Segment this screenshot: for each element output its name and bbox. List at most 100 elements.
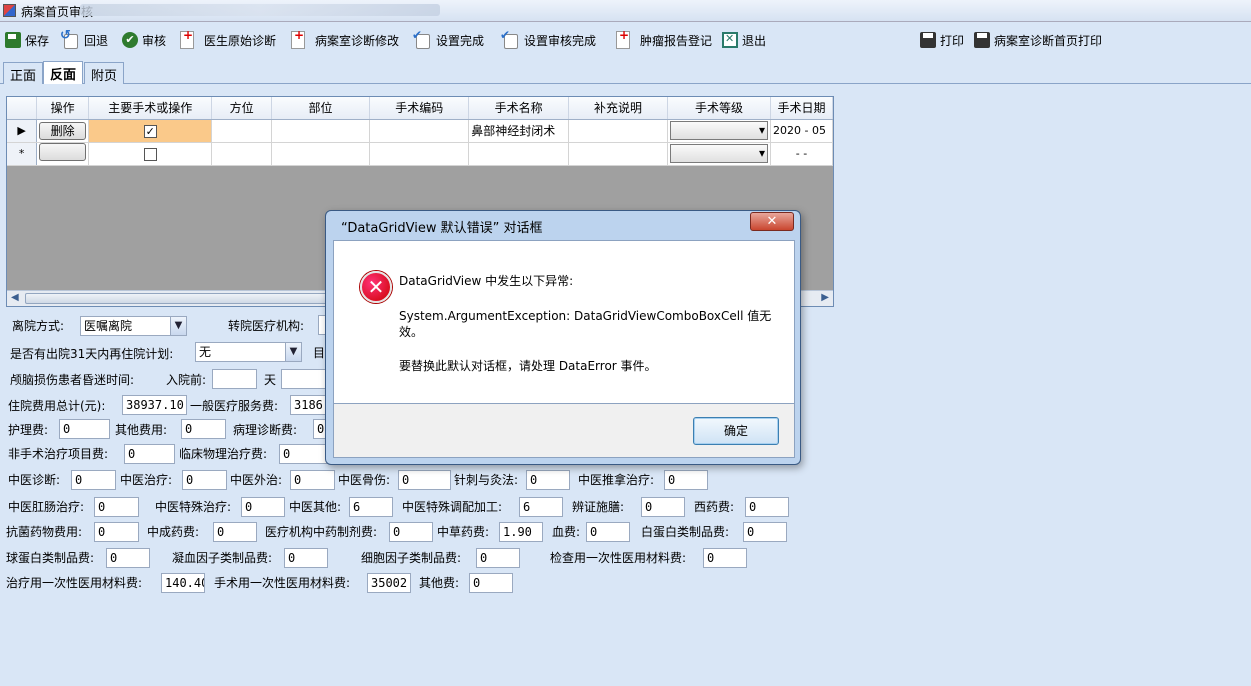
nursing-input[interactable]: 0 (59, 419, 110, 439)
total-cost-input[interactable]: 38937.10 (122, 395, 187, 415)
level-combo[interactable] (670, 144, 769, 163)
albumin-label: 白蛋白类制品费: (641, 525, 730, 539)
tcm-treatment-input[interactable]: 0 (182, 470, 227, 490)
app-icon (3, 4, 16, 17)
exit-button[interactable]: 退出 (722, 29, 766, 51)
position-cell[interactable] (211, 142, 272, 166)
surgery-name-cell[interactable] (468, 142, 570, 166)
note-cell[interactable] (568, 119, 669, 143)
doctor-diagnosis-button[interactable]: 医生原始诊断 (180, 28, 276, 51)
coma-hours-input[interactable] (281, 369, 327, 389)
surgery-material-input[interactable]: 35002. (367, 573, 411, 593)
date-cell[interactable]: - - (770, 142, 833, 166)
note-cell[interactable] (568, 142, 669, 166)
col-header[interactable]: 方位 (211, 97, 272, 120)
close-icon[interactable]: ✕ (750, 212, 794, 231)
tcm-other-input[interactable]: 6 (349, 497, 393, 517)
cytokine-input[interactable]: 0 (476, 548, 520, 568)
tab-back[interactable]: 反面 (43, 61, 84, 84)
tab-front[interactable]: 正面 (3, 62, 44, 84)
physio-input[interactable]: 0 (279, 444, 328, 464)
acupuncture-input[interactable]: 0 (526, 470, 570, 490)
massage-input[interactable]: 0 (664, 470, 708, 490)
rollback-button[interactable]: 回退 (60, 28, 109, 51)
dialog-message-1: DataGridView 中发生以下异常: (399, 274, 574, 288)
tcm-diagnosis-input[interactable]: 0 (71, 470, 116, 490)
institution-prep-input[interactable]: 0 (389, 522, 433, 542)
herbal-input[interactable]: 1.90 (499, 522, 543, 542)
room-diagnosis-edit-button[interactable]: 病案室诊断修改 (291, 28, 399, 51)
western-label: 西药费: (694, 500, 735, 514)
row-button[interactable] (39, 143, 87, 161)
anal-input[interactable]: 0 (94, 497, 139, 517)
treatment-material-input[interactable]: 140.40 (161, 573, 205, 593)
other-cost-label: 其他费用: (115, 423, 168, 437)
primary-checkbox[interactable]: ✓ (143, 124, 157, 138)
nonsurgical-input[interactable]: 0 (124, 444, 175, 464)
col-header[interactable]: 手术编码 (369, 97, 470, 120)
date-cell[interactable]: 2020 - 05 (770, 119, 833, 143)
audit-button[interactable]: ✔ 审核 (122, 29, 166, 51)
print-diagnosis-button[interactable]: 病案室诊断首页打印 (974, 29, 1102, 51)
col-header[interactable]: 操作 (36, 97, 90, 120)
coagulation-label: 凝血因子类制品费: (172, 551, 273, 565)
diet-input[interactable]: 0 (641, 497, 685, 517)
col-header[interactable]: 补充说明 (568, 97, 669, 120)
discharge-value: 医嘱离院 (84, 319, 133, 333)
code-cell[interactable] (369, 142, 470, 166)
print-button[interactable]: 打印 (920, 29, 964, 51)
save-button[interactable]: 保存 (5, 29, 49, 51)
primary-cell[interactable] (88, 142, 213, 166)
antibiotic-label: 抗菌药物费用: (6, 525, 83, 539)
other-cost-input[interactable]: 0 (181, 419, 226, 439)
chevron-down-icon[interactable]: ▼ (285, 343, 301, 361)
prep-input[interactable]: 6 (519, 497, 563, 517)
discharge-select[interactable]: 医嘱离院 ▼ (80, 316, 187, 336)
scroll-left-arrow-icon[interactable]: ◀ (11, 292, 19, 303)
coma-days-input[interactable] (212, 369, 257, 389)
level-combo[interactable] (670, 121, 769, 140)
button-cell (36, 142, 90, 166)
coagulation-input[interactable]: 0 (284, 548, 328, 568)
rollback-label: 回退 (84, 33, 109, 48)
code-cell[interactable] (369, 119, 470, 143)
col-header[interactable]: 手术名称 (468, 97, 570, 120)
general-service-input[interactable]: 3186 (290, 395, 328, 415)
tcm-bone-input[interactable]: 0 (398, 470, 451, 490)
ok-button[interactable]: 确定 (693, 417, 779, 445)
special-treatment-input[interactable]: 0 (241, 497, 285, 517)
site-cell[interactable] (271, 119, 371, 143)
antibiotic-input[interactable]: 0 (94, 522, 139, 542)
pathology-label: 病理诊断费: (233, 423, 298, 437)
misc-cost-input[interactable]: 0 (469, 573, 513, 593)
title-bar: 病案首页审核 (0, 0, 1251, 22)
position-cell[interactable] (211, 119, 272, 143)
table-row[interactable]: * - - (7, 142, 833, 166)
albumin-input[interactable]: 0 (743, 522, 787, 542)
col-header[interactable]: 主要手术或操作 (88, 97, 213, 120)
primary-cell[interactable]: ✓ (88, 119, 213, 143)
set-complete-button[interactable]: 设置完成 (412, 28, 484, 51)
readmit-select[interactable]: 无 ▼ (195, 342, 302, 362)
row-marker[interactable]: ▶ (7, 119, 38, 143)
surgery-name-cell[interactable]: 鼻部神经封闭术 (468, 119, 570, 143)
chevron-down-icon[interactable]: ▼ (170, 317, 186, 335)
col-header[interactable]: 手术日期 (770, 97, 833, 120)
patent-medicine-input[interactable]: 0 (213, 522, 257, 542)
site-cell[interactable] (271, 142, 371, 166)
delete-button[interactable]: 删除 (39, 121, 87, 140)
table-row[interactable]: ▶ 删除 ✓ 鼻部神经封闭术 2020 - 05 (7, 119, 833, 143)
new-row-marker[interactable]: * (7, 142, 38, 166)
blood-input[interactable]: 0 (586, 522, 630, 542)
tcm-external-input[interactable]: 0 (290, 470, 335, 490)
globulin-input[interactable]: 0 (106, 548, 150, 568)
set-audit-complete-button[interactable]: 设置审核完成 (500, 28, 596, 51)
tumor-report-button[interactable]: 肿瘤报告登记 (616, 28, 712, 51)
western-input[interactable]: 0 (745, 497, 789, 517)
tab-appendix[interactable]: 附页 (84, 62, 125, 84)
col-header[interactable]: 手术等级 (667, 97, 772, 120)
scroll-right-arrow-icon[interactable]: ▶ (821, 292, 829, 303)
exam-material-input[interactable]: 0 (703, 548, 747, 568)
col-header[interactable]: 部位 (271, 97, 371, 120)
primary-checkbox[interactable] (143, 147, 157, 161)
